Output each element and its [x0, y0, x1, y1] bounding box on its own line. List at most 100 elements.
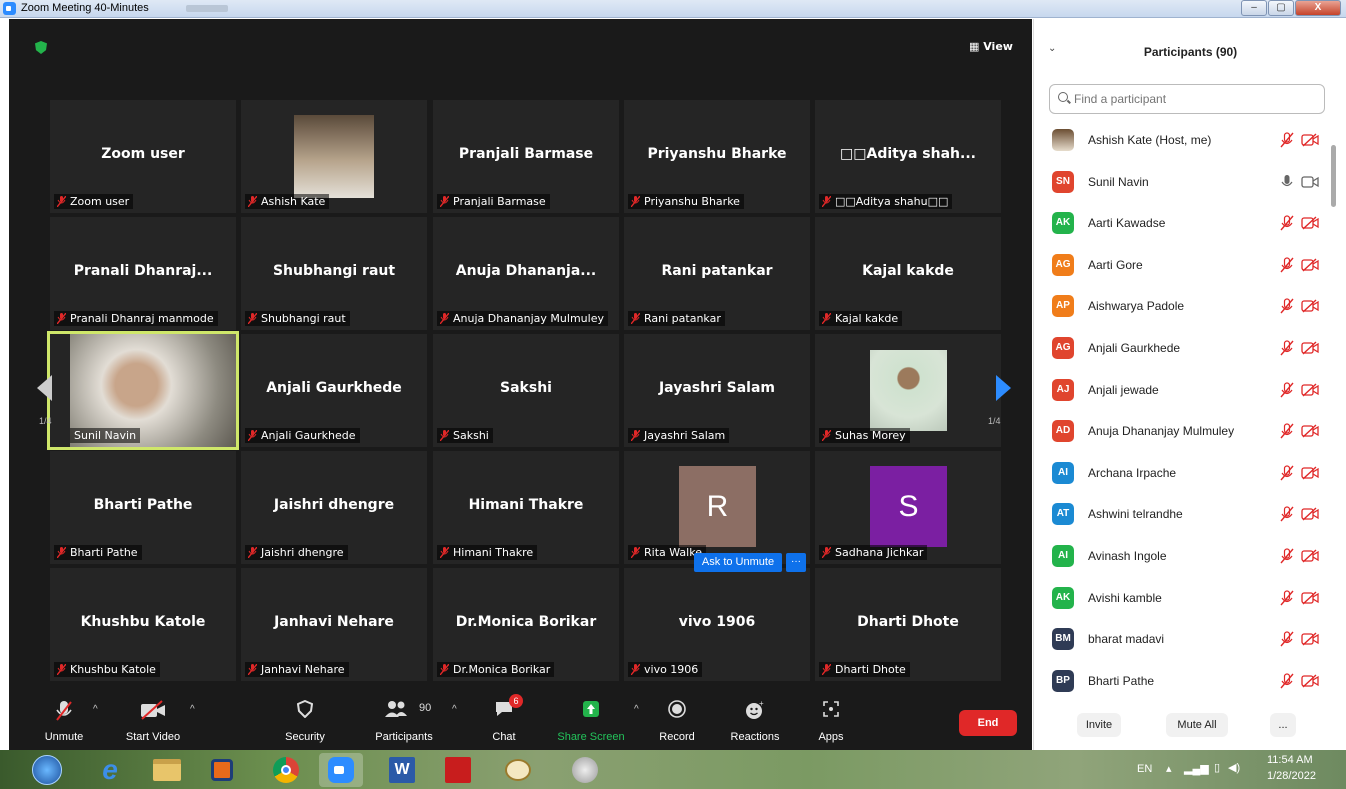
microphone-muted-icon[interactable] — [1280, 465, 1294, 481]
acrobat-taskbar-button[interactable] — [436, 753, 480, 787]
participants-options-caret-icon[interactable]: ^ — [452, 704, 457, 715]
participant-row[interactable]: SN Sunil Navin — [1034, 162, 1334, 204]
video-tile[interactable]: R Rita Walke — [624, 451, 810, 564]
close-button[interactable]: X — [1295, 0, 1341, 16]
video-tile[interactable]: Bharti Pathe Bharti Pathe — [50, 451, 236, 564]
participant-row[interactable]: Ashish Kate (Host, me) — [1034, 120, 1334, 162]
microphone-muted-icon[interactable] — [1280, 215, 1294, 231]
microphone-muted-icon[interactable] — [1280, 257, 1294, 273]
reactions-button[interactable]: + Reactions — [725, 688, 785, 750]
zoom-taskbar-button[interactable] — [319, 753, 363, 787]
previous-page-arrow-icon[interactable] — [37, 375, 52, 401]
video-tile[interactable]: S Sadhana Jichkar — [815, 451, 1001, 564]
participant-search[interactable] — [1049, 84, 1325, 114]
microphone-muted-icon[interactable] — [1280, 506, 1294, 522]
video-off-icon[interactable] — [1301, 383, 1319, 397]
end-meeting-button[interactable]: End — [959, 710, 1017, 736]
participant-search-input[interactable] — [1074, 90, 1319, 108]
word-taskbar-button[interactable]: W — [380, 753, 424, 787]
next-page-arrow-icon[interactable] — [996, 375, 1011, 401]
chrome-taskbar-button[interactable] — [264, 753, 308, 787]
microphone-muted-icon[interactable] — [1280, 589, 1294, 606]
share-screen-button[interactable]: ^ Share Screen — [556, 688, 639, 750]
video-off-icon[interactable] — [1301, 258, 1319, 272]
participant-row[interactable]: BP Bharti Pathe — [1034, 661, 1334, 703]
microphone-muted-icon[interactable] — [1280, 673, 1294, 689]
video-tile[interactable]: □□Aditya shah... □□Aditya shahu□□ — [815, 100, 1001, 213]
video-tile[interactable]: Janhavi Nehare Janhavi Nehare — [241, 568, 427, 681]
participant-row[interactable]: AT Ashwini telrandhe — [1034, 494, 1334, 536]
microphone-muted-icon[interactable] — [1280, 548, 1294, 564]
video-tile[interactable]: Khushbu Katole Khushbu Katole — [50, 568, 236, 681]
participant-row[interactable]: AK Avishi kamble — [1034, 578, 1334, 620]
participant-row[interactable]: AG Anjali Gaurkhede — [1034, 328, 1334, 370]
participants-button[interactable]: 90 ^ Participants — [369, 688, 457, 750]
video-tile[interactable]: Anuja Dhananja... Anuja Dhananjay Mulmule… — [433, 217, 619, 330]
tile-more-options-button[interactable]: ··· — [786, 553, 806, 572]
video-off-icon[interactable] — [1301, 341, 1319, 355]
participant-row[interactable]: AI Archana Irpache — [1034, 453, 1334, 495]
video-tile[interactable]: Rani patankar Rani patankar — [624, 217, 810, 330]
start-button[interactable] — [27, 753, 67, 787]
clock-date[interactable]: 1/28/2022 — [1267, 770, 1316, 782]
tray-expand-icon[interactable]: ▴ — [1166, 762, 1172, 775]
video-options-caret-icon[interactable]: ^ — [190, 704, 195, 715]
video-tile[interactable]: Sunil Navin — [47, 331, 239, 450]
clock-time[interactable]: 11:54 AM — [1267, 754, 1313, 766]
participant-row[interactable]: AI Avinash Ingole — [1034, 536, 1334, 578]
volume-icon[interactable]: ◀) — [1228, 761, 1240, 774]
media-player-taskbar-button[interactable] — [200, 753, 244, 787]
video-tile[interactable]: Pranjali Barmase Pranjali Barmase — [433, 100, 619, 213]
video-tile[interactable]: Sakshi Sakshi — [433, 334, 619, 447]
battery-icon[interactable]: ▯ — [1214, 761, 1220, 774]
microphone-muted-icon[interactable] — [1280, 381, 1294, 398]
paint-taskbar-button[interactable] — [496, 753, 540, 787]
participant-row[interactable]: AD Anuja Dhananjay Mulmuley — [1034, 411, 1334, 453]
microphone-muted-icon[interactable] — [1280, 132, 1294, 148]
microphone-icon[interactable] — [1280, 174, 1294, 190]
apps-button[interactable]: Apps — [809, 688, 853, 750]
video-off-icon[interactable] — [1301, 299, 1319, 313]
video-off-icon[interactable] — [1301, 466, 1319, 480]
participant-row[interactable]: AK Aarti Kawadse — [1034, 203, 1334, 245]
chat-button[interactable]: 6 Chat — [479, 688, 529, 750]
video-tile[interactable]: vivo 1906 vivo 1906 — [624, 568, 810, 681]
video-tile[interactable]: Jayashri Salam Jayashri Salam — [624, 334, 810, 447]
video-off-icon[interactable] — [1301, 674, 1319, 688]
internet-explorer-taskbar-button[interactable]: e — [88, 753, 132, 787]
participant-row[interactable]: AP Aishwarya Padole — [1034, 286, 1334, 328]
video-tile[interactable]: Jaishri dhengre Jaishri dhengre — [241, 451, 427, 564]
audio-taskbar-button[interactable] — [563, 753, 607, 787]
video-tile[interactable]: Kajal kakde Kajal kakde — [815, 217, 1001, 330]
video-tile[interactable]: Dr.Monica Borikar Dr.Monica Borikar — [433, 568, 619, 681]
minimize-button[interactable]: – — [1241, 0, 1267, 16]
ask-to-unmute-button[interactable]: Ask to Unmute — [694, 553, 782, 572]
microphone-muted-icon[interactable] — [1280, 340, 1294, 356]
microphone-muted-icon[interactable] — [1280, 298, 1294, 314]
video-off-icon[interactable] — [1301, 507, 1319, 521]
video-off-icon[interactable] — [1301, 549, 1319, 563]
video-tile[interactable]: Priyanshu Bharke Priyanshu Bharke — [624, 100, 810, 213]
video-off-icon[interactable] — [1301, 591, 1319, 605]
video-off-icon[interactable] — [1301, 133, 1319, 147]
video-off-icon[interactable] — [1301, 216, 1319, 230]
video-tile[interactable]: Pranali Dhanraj... Pranali Dhanraj manmod… — [50, 217, 236, 330]
video-tile[interactable]: Dharti Dhote Dharti Dhote — [815, 568, 1001, 681]
participant-row[interactable]: AG Aarti Gore — [1034, 245, 1334, 287]
view-button[interactable]: ▦ View — [969, 40, 1013, 53]
start-video-button[interactable]: ^ Start Video — [117, 688, 195, 750]
invite-button[interactable]: Invite — [1077, 713, 1121, 737]
unmute-button[interactable]: ^ Unmute — [33, 688, 98, 750]
language-indicator[interactable]: EN — [1137, 763, 1152, 775]
encryption-shield-icon[interactable] — [35, 41, 47, 54]
video-tile[interactable]: Ashish Kate — [241, 100, 427, 213]
participant-list-scrollbar[interactable] — [1331, 145, 1336, 207]
network-signal-icon[interactable]: ▂▄▆ — [1184, 762, 1209, 775]
video-off-icon[interactable] — [1301, 424, 1319, 438]
security-button[interactable]: Security — [275, 688, 335, 750]
audio-options-caret-icon[interactable]: ^ — [93, 704, 98, 715]
video-tile[interactable]: Himani Thakre Himani Thakre — [433, 451, 619, 564]
share-options-caret-icon[interactable]: ^ — [634, 704, 639, 715]
file-explorer-taskbar-button[interactable] — [145, 753, 189, 787]
participant-row[interactable]: AJ Anjali jewade — [1034, 370, 1334, 412]
